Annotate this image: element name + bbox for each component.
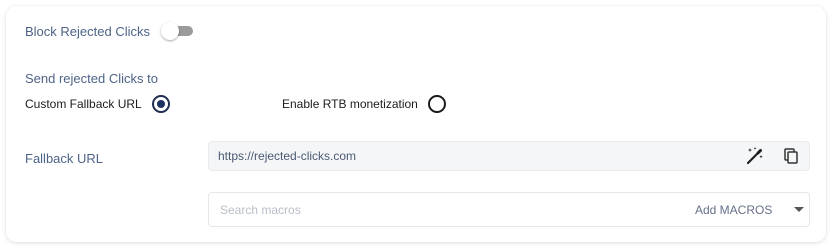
add-macros-button[interactable]: Add MACROS xyxy=(695,203,772,217)
custom-fallback-url-label: Custom Fallback URL xyxy=(25,97,142,111)
fallback-url-label: Fallback URL xyxy=(25,151,104,166)
block-rejected-clicks-toggle[interactable] xyxy=(161,22,195,40)
send-rejected-clicks-label: Send rejected Clicks to xyxy=(25,71,158,86)
magic-wand-icon[interactable] xyxy=(744,145,766,167)
macros-field: Add MACROS xyxy=(208,192,810,227)
enable-rtb-monetization-label: Enable RTB monetization xyxy=(282,97,418,111)
rejected-clicks-settings-card: Block Rejected Clicks Send rejected Clic… xyxy=(6,6,826,242)
block-rejected-clicks-label: Block Rejected Clicks xyxy=(25,24,150,39)
custom-fallback-url-option[interactable]: Custom Fallback URL xyxy=(25,94,170,114)
search-macros-input[interactable] xyxy=(220,201,620,219)
chevron-down-icon[interactable] xyxy=(792,203,806,217)
enable-rtb-monetization-radio[interactable] xyxy=(427,95,446,113)
enable-rtb-monetization-option[interactable]: Enable RTB monetization xyxy=(282,94,446,114)
fallback-url-field[interactable]: https://rejected-clicks.com xyxy=(208,141,810,171)
copy-icon[interactable] xyxy=(780,145,802,167)
toggle-knob xyxy=(161,22,179,40)
fallback-url-value: https://rejected-clicks.com xyxy=(218,149,357,163)
custom-fallback-url-radio[interactable] xyxy=(151,95,170,113)
